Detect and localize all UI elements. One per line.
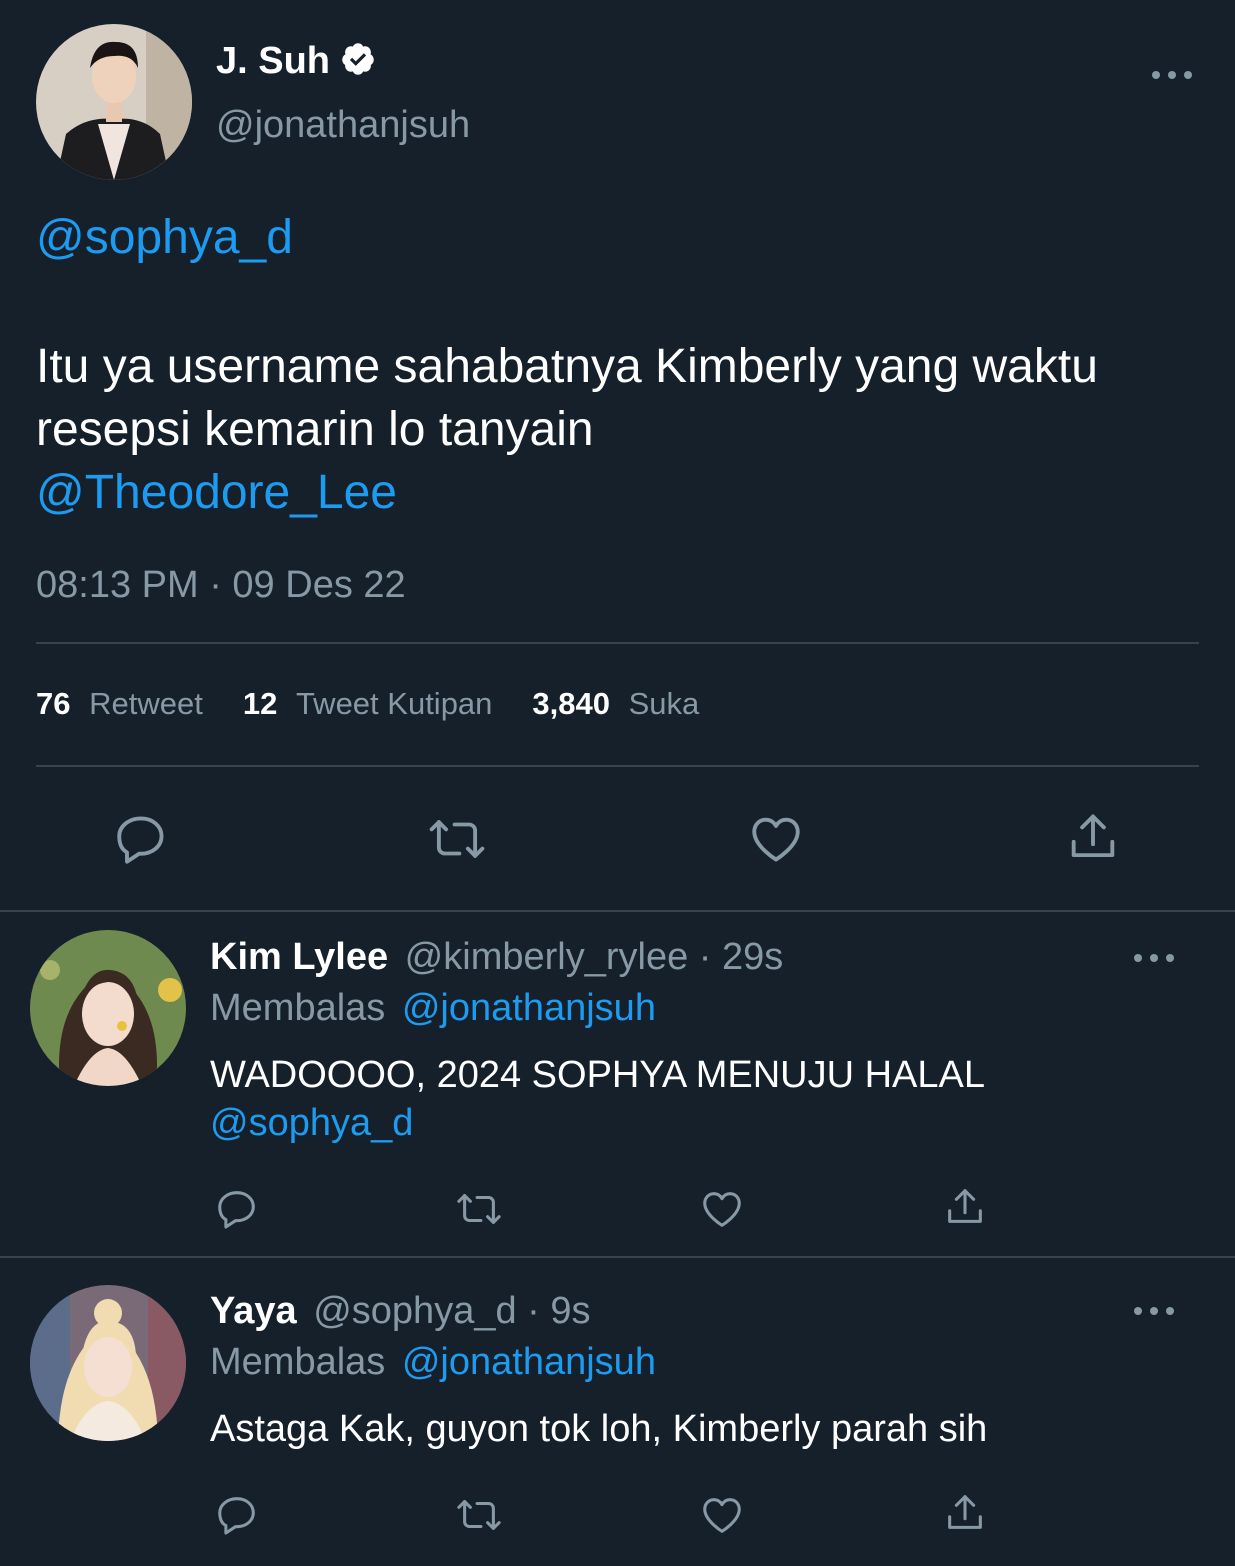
verified-badge-icon	[340, 41, 376, 82]
replying-to-link[interactable]: @jonathanjsuh	[402, 1341, 656, 1383]
author-avatar[interactable]	[36, 24, 192, 180]
tweet-text: Itu ya username sahabatnya Kimberly yang…	[36, 340, 1098, 456]
divider	[36, 642, 1199, 644]
reply-icon[interactable]	[214, 1492, 260, 1538]
heart-icon[interactable]	[698, 1492, 746, 1538]
reply-name[interactable]: Kim Lylee	[210, 936, 388, 978]
divider	[0, 910, 1235, 912]
reply-handle[interactable]: @sophya_d	[313, 1290, 516, 1332]
replying-to-line: Membalas @jonathanjsuh	[210, 1341, 656, 1384]
quote-count: 12	[242, 686, 278, 721]
reply-time[interactable]: · 29s	[699, 936, 783, 978]
like-count: 3,840	[532, 686, 610, 721]
like-stat[interactable]: 3,840 Suka	[532, 686, 699, 722]
mention-link[interactable]: @sophya_d	[36, 210, 293, 265]
share-icon[interactable]	[942, 1184, 988, 1230]
reply-icon[interactable]	[112, 810, 170, 868]
mention-link[interactable]: @Theodore_Lee	[36, 466, 397, 519]
reply-avatar[interactable]	[30, 930, 186, 1086]
reply-handle[interactable]: @kimberly_rylee	[405, 936, 689, 978]
retweet-stat[interactable]: 76 Retweet	[36, 686, 203, 722]
reply-text: Astaga Kak, guyon tok loh, Kimberly para…	[210, 1408, 988, 1450]
reply-body: Astaga Kak, guyon tok loh, Kimberly para…	[210, 1405, 987, 1453]
reply-body: WADOOOO, 2024 SOPHYA MENUJU HALAL @sophy…	[210, 1051, 985, 1147]
more-icon[interactable]	[1134, 948, 1174, 968]
divider	[36, 765, 1199, 767]
retweet-icon[interactable]	[452, 1186, 506, 1232]
replying-to-link[interactable]: @jonathanjsuh	[402, 987, 656, 1029]
reply-text: WADOOOO, 2024 SOPHYA MENUJU HALAL	[210, 1054, 985, 1096]
share-icon[interactable]	[942, 1490, 988, 1536]
divider	[0, 1256, 1235, 1258]
replying-prefix: Membalas	[210, 1341, 386, 1383]
retweet-icon[interactable]	[424, 810, 490, 868]
reply-time[interactable]: · 9s	[527, 1290, 590, 1332]
reply-header: Yaya @sophya_d · 9s	[210, 1290, 591, 1333]
author-name-row: J. Suh	[216, 38, 376, 84]
reply-icon[interactable]	[214, 1186, 260, 1232]
tweet-body: Itu ya username sahabatnya Kimberly yang…	[36, 335, 1176, 524]
heart-icon[interactable]	[698, 1186, 746, 1232]
quote-label: Tweet Kutipan	[295, 686, 493, 721]
author-name[interactable]: J. Suh	[216, 40, 330, 83]
mention-link[interactable]: @sophya_d	[210, 1102, 413, 1144]
replying-to-line: Membalas @jonathanjsuh	[210, 987, 656, 1030]
share-icon[interactable]	[1064, 808, 1122, 866]
more-icon[interactable]	[1134, 1301, 1174, 1321]
heart-icon[interactable]	[746, 810, 806, 868]
tweet-stats: 76 Retweet 12 Tweet Kutipan 3,840 Suka	[36, 686, 699, 722]
retweet-count: 76	[36, 686, 71, 721]
author-handle[interactable]: @jonathanjsuh	[216, 104, 470, 147]
replying-prefix: Membalas	[210, 987, 386, 1029]
more-icon[interactable]	[1152, 65, 1192, 85]
reply-avatar[interactable]	[30, 1285, 186, 1441]
quote-stat[interactable]: 12 Tweet Kutipan	[243, 686, 493, 722]
reply-name[interactable]: Yaya	[210, 1290, 297, 1332]
reply-header: Kim Lylee @kimberly_rylee · 29s	[210, 936, 783, 979]
like-label: Suka	[628, 686, 700, 721]
tweet-timestamp[interactable]: 08:13 PM · 09 Des 22	[36, 564, 406, 607]
retweet-label: Retweet	[89, 686, 203, 721]
retweet-icon[interactable]	[452, 1492, 506, 1538]
